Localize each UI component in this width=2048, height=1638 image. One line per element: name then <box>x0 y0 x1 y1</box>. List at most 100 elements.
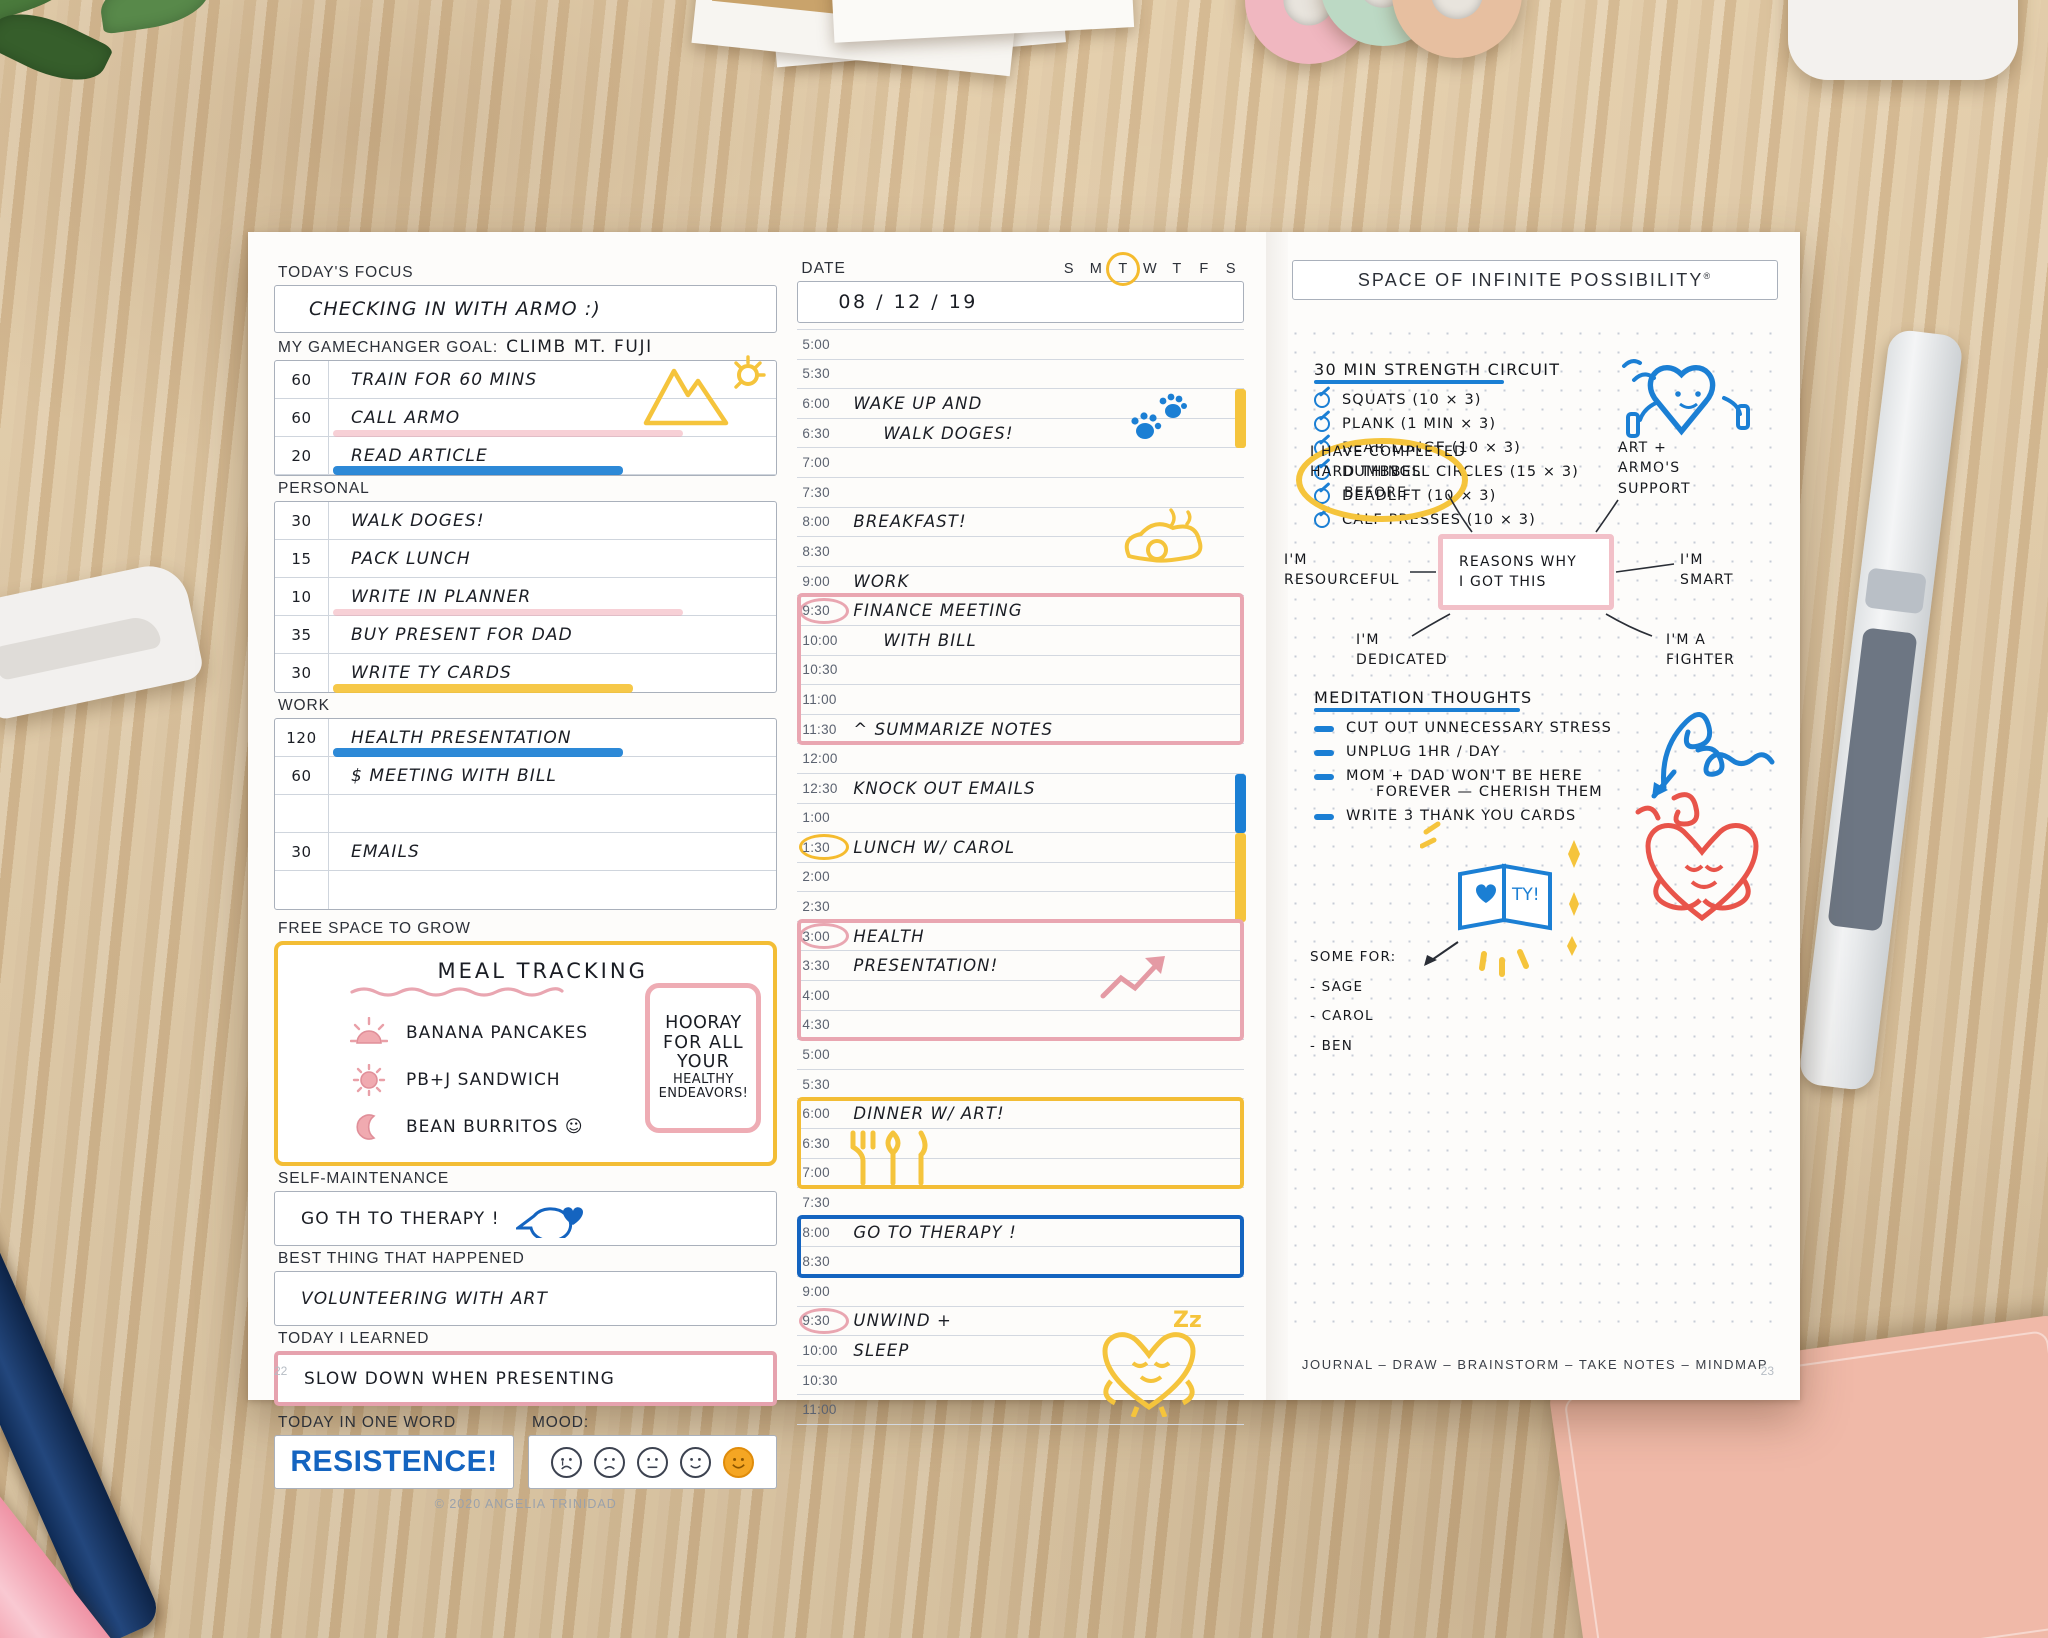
time-slot[interactable]: 11:30 ^ SUMMARIZE NOTES <box>797 715 1244 745</box>
slot-time: 8:00 <box>802 514 830 530</box>
some-for-list: - SAGE - CAROL - BEN <box>1310 978 1470 1057</box>
mood-face-happy[interactable] <box>680 1446 712 1478</box>
work-task-table[interactable]: 120 HEALTH PRESENTATION 60 $ MEETING WITH B… <box>274 718 778 910</box>
mood-face-neutral[interactable] <box>637 1446 669 1478</box>
day-of-week-0[interactable]: S <box>1062 261 1076 277</box>
slot-text: BREAKFAST! <box>853 512 967 532</box>
time-slot[interactable]: 11:00 <box>797 685 1244 715</box>
task-row[interactable] <box>275 795 777 833</box>
free-space-to-grow-box[interactable]: MEAL TRACKING BANANA PANCAKES PB+J SANDW… <box>274 941 778 1166</box>
slot-time: 6:00 <box>802 395 830 411</box>
meditation-item-text: UNPLUG 1HR / DAY <box>1346 744 1501 760</box>
page-number-left: 22 <box>274 1364 288 1378</box>
time-slot[interactable]: 12:00 <box>797 744 1244 774</box>
task-minutes: 35 <box>275 616 329 653</box>
mood-face-sad[interactable] <box>594 1446 626 1478</box>
task-row[interactable]: 120 HEALTH PRESENTATION <box>275 719 777 757</box>
todays-focus-field[interactable]: CHECKING IN WITH ARMO :) <box>274 285 778 333</box>
time-slot[interactable]: 10:30 <box>797 656 1244 686</box>
mood-face-crying[interactable] <box>551 1446 583 1478</box>
time-slot[interactable]: 5:00 <box>797 330 1244 360</box>
time-slot[interactable]: 10:00 WITH BILL <box>797 626 1244 656</box>
best-thing-label: BEST THING THAT HAPPENED <box>278 1250 525 1267</box>
day-of-week-6[interactable]: S <box>1224 261 1238 277</box>
speech-bubble: HOORAY FOR ALL YOUR HEALTHY ENDEAVORS! <box>645 983 762 1133</box>
meal-item-text: BEAN BURRITOS ☺ <box>406 1117 584 1137</box>
slot-time: 2:30 <box>802 899 830 915</box>
paw-prints-icon <box>1131 393 1188 440</box>
slot-time: 9:30 <box>802 1313 830 1329</box>
day-of-week-3[interactable]: W <box>1143 261 1157 277</box>
meditation-item-text: WRITE 3 THANK YOU CARDS <box>1346 808 1576 824</box>
day-of-week-4[interactable]: T <box>1170 261 1184 277</box>
meal-tracking-title: MEAL TRACKING <box>437 959 648 983</box>
lunch-marker-bar <box>1235 833 1246 922</box>
date-value: 08 / 12 / 19 <box>838 291 978 313</box>
free-space-label: FREE SPACE TO GROW <box>278 920 471 937</box>
day-of-week-2[interactable]: T <box>1116 261 1130 277</box>
one-word-label: TODAY IN ONE WORD <box>278 1414 457 1431</box>
gamechanger-label: MY GAMECHANGER GOAL: <box>278 339 499 356</box>
meditation-title: MEDITATION THOUGHTS <box>1314 688 1533 707</box>
slot-text: KNOCK OUT EMAILS <box>853 778 1036 798</box>
one-word-field[interactable]: RESISTENCE! <box>274 1435 514 1489</box>
task-row[interactable]: 15 PACK LUNCH <box>275 540 777 578</box>
time-slot[interactable]: 9:00 <box>797 1277 1244 1307</box>
task-row[interactable]: 30 WALK DOGES! <box>275 502 777 540</box>
self-maintenance-label: SELF-MAINTENANCE <box>278 1170 450 1187</box>
time-slot[interactable]: 8:00 GO TO THERAPY ! <box>797 1218 1244 1248</box>
dash-bullet-icon <box>1314 750 1334 756</box>
slot-text: UNWIND + <box>853 1311 952 1331</box>
slot-time: 10:30 <box>802 662 838 678</box>
time-slot[interactable]: 5:30 <box>797 1070 1244 1100</box>
time-slot[interactable]: 1:00 <box>797 804 1244 834</box>
sparkle-icon <box>1556 836 1592 961</box>
time-slot[interactable]: 7:00 <box>797 448 1244 478</box>
day-of-week-5[interactable]: F <box>1197 261 1211 277</box>
slot-time: 5:00 <box>802 336 830 352</box>
slot-time: 10:30 <box>802 1372 838 1388</box>
meditation-underline <box>1314 708 1520 712</box>
time-slot[interactable]: 6:00 DINNER W/ ART! <box>797 1099 1244 1130</box>
time-slot[interactable]: 4:30 <box>797 1011 1244 1041</box>
time-slot[interactable]: 1:30 LUNCH W/ CAROL <box>797 833 1244 863</box>
meditation-line: WRITE 3 THANK YOU CARDS <box>1346 808 1577 824</box>
best-thing-field[interactable]: VOLUNTEERING WITH ART <box>274 1271 778 1326</box>
date-field[interactable]: 08 / 12 / 19 <box>797 281 1244 323</box>
task-row[interactable]: 30 EMAILS <box>275 833 777 871</box>
hugging-heart-doodle-icon <box>1622 788 1782 943</box>
task-row[interactable]: 35 BUY PRESENT FOR DAD <box>275 616 777 654</box>
time-slot[interactable]: 2:30 <box>797 892 1244 922</box>
meditation-item: UNPLUG 1HR / DAY <box>1314 744 1654 760</box>
slot-text: WORK <box>853 571 910 591</box>
day-of-week-selector[interactable]: SMTWTFS <box>1062 261 1238 277</box>
time-slot[interactable]: 7:30 <box>797 478 1244 508</box>
time-slot-list[interactable]: 5:00 5:30 6:00 WAKE UP AND 6:30 WALK DOGES! 7:… <box>797 329 1246 1425</box>
mood-face-excited[interactable] <box>723 1446 755 1478</box>
arrow-icon <box>1418 938 1462 977</box>
time-slot[interactable]: 2:00 <box>797 863 1244 893</box>
time-slot[interactable]: 8:30 <box>797 1247 1244 1277</box>
slot-time: 9:00 <box>802 1283 830 1299</box>
time-slot[interactable]: 7:30 <box>797 1188 1244 1218</box>
time-slot[interactable]: 9:30 FINANCE MEETING <box>797 596 1244 626</box>
time-slot[interactable]: 12:30 KNOCK OUT EMAILS <box>797 774 1244 804</box>
personal-task-table[interactable]: 30 WALK DOGES! 15 PACK LUNCH 10 WRITE IN PLAN… <box>274 501 778 693</box>
slot-time: 4:30 <box>802 1017 830 1033</box>
gamechanger-task-table[interactable]: 60 TRAIN FOR 60 MINS 60 CALL ARMO 20 READ ART… <box>274 355 778 476</box>
task-row[interactable] <box>275 871 776 909</box>
task-row[interactable]: 60 $ MEETING WITH BILL <box>275 757 777 795</box>
meditation-line: UNPLUG 1HR / DAY <box>1346 744 1501 760</box>
morning-marker-bar <box>1235 389 1246 449</box>
task-row[interactable]: 20 READ ARTICLE <box>275 437 777 475</box>
today-i-learned-field[interactable]: SLOW DOWN WHEN PRESENTING <box>274 1351 778 1406</box>
mood-selector[interactable] <box>528 1435 778 1489</box>
time-slot[interactable]: 5:00 <box>797 1040 1244 1070</box>
task-row[interactable]: 10 WRITE IN PLANNER <box>275 578 777 616</box>
self-maintenance-field[interactable]: GO TH TO THERAPY ! <box>274 1191 778 1246</box>
task-row[interactable]: 30 WRITE TY CARDS <box>275 654 776 693</box>
slot-time: 3:30 <box>802 958 830 974</box>
time-slot[interactable]: 5:30 <box>797 360 1244 390</box>
time-slot[interactable]: 3:00 HEALTH <box>797 922 1244 952</box>
day-of-week-1[interactable]: M <box>1089 261 1103 277</box>
